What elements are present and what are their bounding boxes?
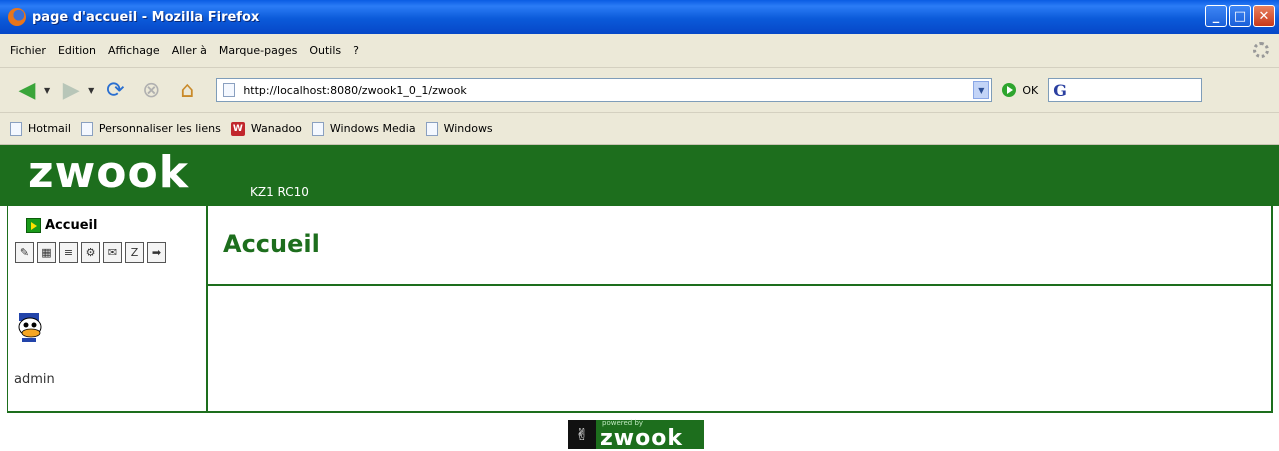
menu-aller-a[interactable]: Aller à: [172, 44, 207, 57]
bookmark-label: Windows Media: [329, 122, 416, 135]
menu-edition[interactable]: Edition: [58, 44, 96, 57]
main-content-box: [208, 284, 1273, 413]
main-header: Accueil: [208, 206, 1273, 284]
home-arrow-icon: [26, 218, 41, 233]
page-icon: [10, 121, 22, 136]
settings-icon[interactable]: ⚙: [81, 242, 100, 263]
menu-marque-pages[interactable]: Marque-pages: [219, 44, 297, 57]
menu-affichage[interactable]: Affichage: [108, 44, 160, 57]
back-icon[interactable]: ◀: [12, 75, 42, 105]
powered-by-zwook-badge[interactable]: ✌ powered by zwook: [568, 418, 704, 451]
bookmark-wanadoo[interactable]: W Wanadoo: [230, 121, 302, 136]
edit-icon[interactable]: ✎: [15, 242, 34, 263]
page-icon: [311, 121, 324, 136]
bookmark-label: Hotmail: [28, 122, 71, 135]
firefox-logo-icon: [8, 8, 26, 26]
app-header: zwook KZ1 RC10: [0, 145, 1279, 206]
bookmark-label: Windows: [443, 122, 493, 135]
menu-fichier[interactable]: Fichier: [10, 44, 46, 57]
bookmarks-toolbar: Hotmail Personnaliser les liens W Wanado…: [0, 113, 1279, 145]
list-icon[interactable]: ≡: [59, 242, 78, 263]
menu-outils[interactable]: Outils: [309, 44, 341, 57]
google-logo-icon: G: [1053, 80, 1067, 100]
home-icon[interactable]: ⌂: [172, 75, 202, 105]
window-title: page d'accueil - Mozilla Firefox: [32, 9, 260, 25]
page-icon: [425, 121, 438, 136]
bookmark-label: Wanadoo: [250, 122, 302, 135]
forward-icon[interactable]: ▶: [56, 75, 86, 105]
url-bar[interactable]: http://localhost:8080/zwook1_0_1/zwook ▼: [216, 78, 993, 102]
bookmark-windows-media[interactable]: Windows Media: [311, 121, 416, 136]
bookmark-personnaliser-les-liens[interactable]: Personnaliser les liens: [80, 121, 221, 136]
search-input[interactable]: G: [1048, 78, 1203, 102]
window-controls: _ □ ✕: [1205, 5, 1275, 27]
page-title: Accueil: [223, 230, 320, 258]
version-label: KZ1 RC10: [250, 185, 309, 199]
user-name[interactable]: admin: [14, 372, 55, 387]
close-button[interactable]: ✕: [1253, 5, 1275, 27]
stop-icon[interactable]: ⊗: [136, 75, 166, 105]
sidebar: Accueil ✎ ▦ ≡ ⚙ ✉ Z ➡ admin: [7, 206, 208, 413]
bookmark-label: Personnaliser les liens: [98, 122, 221, 135]
window-titlebar: page d'accueil - Mozilla Firefox _ □ ✕: [0, 0, 1279, 34]
forward-dropdown-icon[interactable]: ▼: [88, 86, 94, 95]
page-content: zwook KZ1 RC10 Accueil ✎ ▦ ≡ ⚙ ✉ Z ➡ adm…: [0, 145, 1279, 451]
go-button-label[interactable]: OK: [1022, 84, 1038, 97]
page-icon: [80, 121, 93, 136]
user-avatar: [18, 313, 42, 342]
figure-icon: ✌: [568, 420, 596, 449]
bookmark-hotmail[interactable]: Hotmail: [10, 121, 71, 136]
maximize-button[interactable]: □: [1229, 5, 1251, 27]
go-icon[interactable]: [1002, 83, 1017, 97]
page-icon: [223, 83, 236, 97]
sidebar-item-accueil[interactable]: Accueil: [26, 218, 97, 233]
sidebar-item-label: Accueil: [45, 218, 98, 233]
zwook-logo[interactable]: zwook: [28, 149, 189, 197]
menu-bar: Fichier Edition Affichage Aller à Marque…: [0, 34, 1279, 68]
url-dropdown-icon[interactable]: ▼: [973, 81, 990, 99]
mail-icon[interactable]: ✉: [103, 242, 122, 263]
back-dropdown-icon[interactable]: ▼: [44, 86, 50, 95]
logout-icon[interactable]: ➡: [147, 242, 166, 263]
url-text[interactable]: http://localhost:8080/zwook1_0_1/zwook: [243, 84, 466, 97]
powered-by-text: powered by zwook: [600, 418, 683, 451]
menu-help[interactable]: ?: [353, 44, 359, 57]
bookmark-windows[interactable]: Windows: [425, 121, 493, 136]
throbber-icon: [1253, 42, 1269, 58]
zwook-icon[interactable]: Z: [125, 242, 144, 263]
reload-icon[interactable]: ⟳: [100, 75, 130, 105]
wanadoo-icon: W: [230, 121, 245, 136]
navigation-toolbar: ◀ ▼ ▶ ▼ ⟳ ⊗ ⌂ http://localhost:8080/zwoo…: [0, 68, 1279, 113]
powered-by-label: powered by: [602, 418, 644, 427]
layout-icon[interactable]: ▦: [37, 242, 56, 263]
minimize-button[interactable]: _: [1205, 5, 1227, 27]
tool-icons: ✎ ▦ ≡ ⚙ ✉ Z ➡: [15, 242, 175, 263]
powered-by-logo: zwook: [600, 425, 683, 451]
